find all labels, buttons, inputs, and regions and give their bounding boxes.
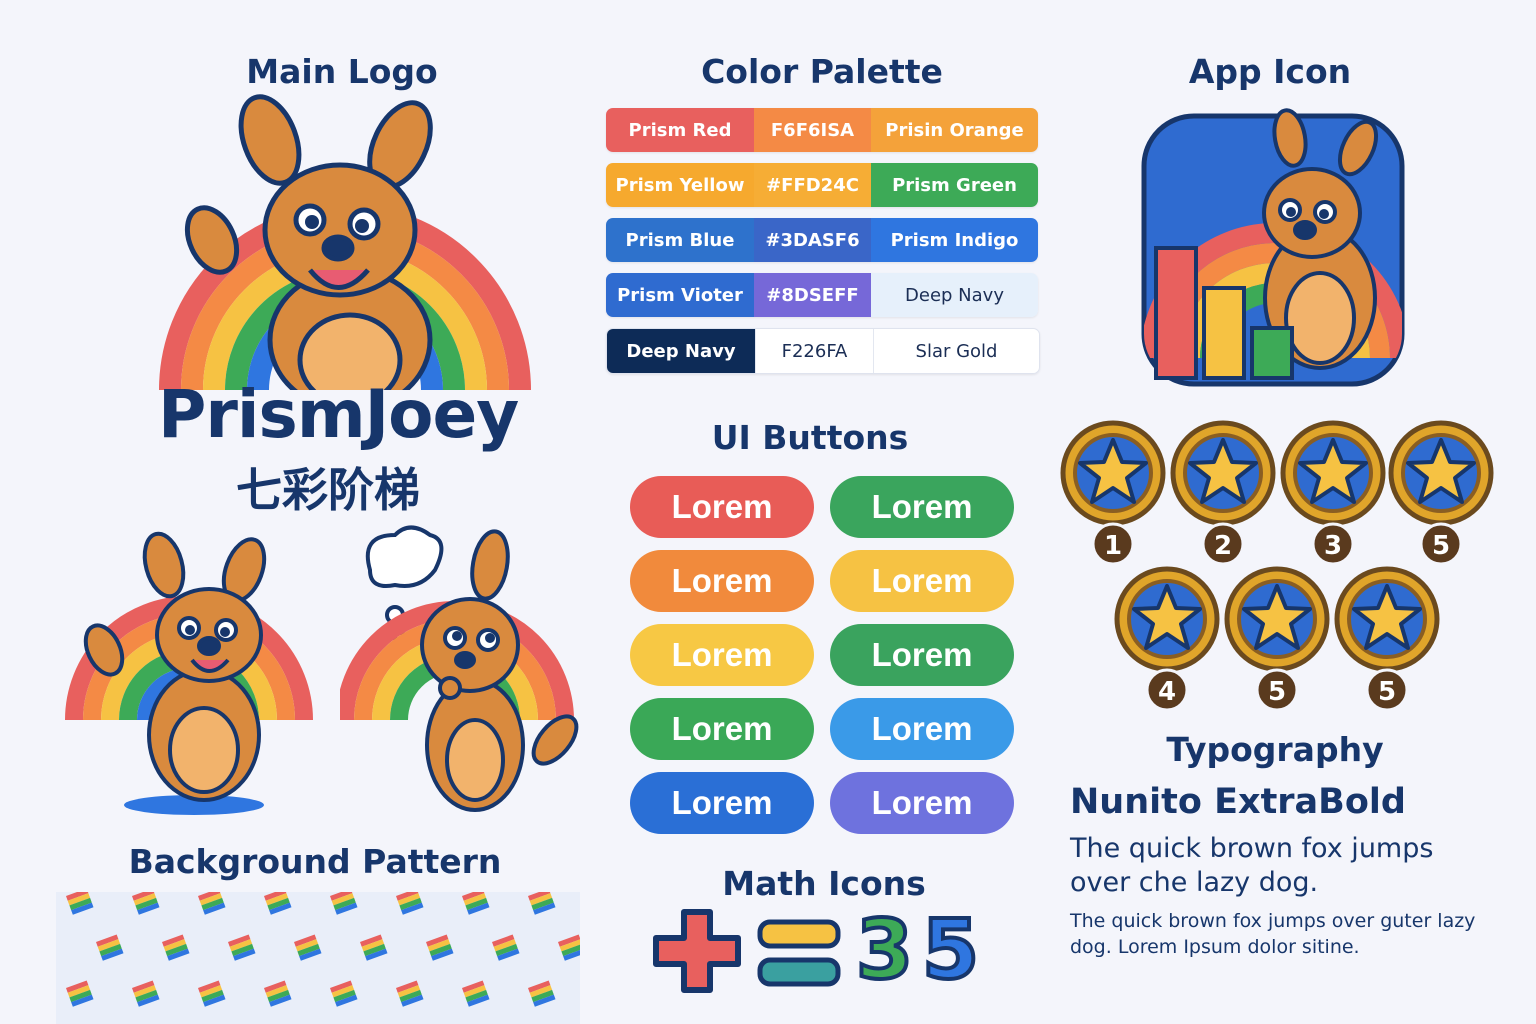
background-pattern-title: Background Pattern	[128, 842, 502, 881]
rainbow-tile-icon	[396, 892, 424, 915]
swatch: Prism Vioter	[606, 273, 754, 317]
rainbow-tile-icon	[558, 934, 580, 961]
rainbow-tile-icon	[528, 892, 556, 915]
main-logo-title: Main Logo	[246, 52, 438, 91]
rainbow-tile-icon	[96, 934, 124, 961]
lorem-button-green-3[interactable]: Lorem	[630, 698, 814, 760]
rainbow-tile-icon	[66, 892, 94, 915]
star-medal-icon: 5	[1334, 566, 1440, 712]
medal-number: 5	[1378, 677, 1396, 707]
medal-number: 5	[1268, 677, 1286, 707]
color-palette-title: Color Palette	[701, 52, 943, 91]
digit-five-icon: 5	[920, 903, 981, 998]
rainbow-tile-icon	[264, 980, 292, 1007]
lorem-button-green[interactable]: Lorem	[830, 476, 1014, 538]
rainbow-tile-icon	[462, 980, 490, 1007]
rainbow-tile-icon	[462, 892, 490, 915]
kangaroo-icon	[83, 531, 267, 802]
rainbow-tile-icon	[66, 980, 94, 1007]
swatch: #8DSEFF	[754, 273, 871, 317]
swatch: #3DASF6	[754, 218, 871, 262]
palette-row-4: Prism Vioter #8DSEFF Deep Navy	[606, 273, 1038, 317]
lorem-button-yellow-2[interactable]: Lorem	[630, 624, 814, 686]
swatch: F6F6ISA	[754, 108, 871, 152]
mascot-waving	[65, 531, 313, 815]
typography-title: Typography	[1166, 730, 1384, 769]
swatch: Prism Yellow	[606, 163, 754, 207]
rainbow-tile-icon	[528, 980, 556, 1007]
rainbow-tile-icon	[426, 934, 454, 961]
palette-row-1: Prism Red F6F6ISA Prisin Orange	[606, 108, 1038, 152]
logo-subtitle: 七彩阶梯	[236, 463, 420, 517]
palette-row-2: Prism Yellow #FFD24C Prism Green	[606, 163, 1038, 207]
digit-three-icon: 3	[854, 903, 915, 998]
lorem-button-indigo[interactable]: Lorem	[830, 772, 1014, 834]
rainbow-tile-icon	[360, 934, 388, 961]
star-medal-icon: 5	[1388, 420, 1494, 566]
equals-icon	[757, 919, 841, 987]
star-medal-icon: 2	[1170, 420, 1276, 566]
plus-icon	[653, 909, 741, 993]
rainbow-tile-icon	[264, 892, 292, 915]
rainbow-tile-icon	[330, 892, 358, 915]
medal-number: 4	[1158, 677, 1176, 707]
medal-number: 2	[1214, 531, 1232, 561]
star-medal-icon: 5	[1224, 566, 1330, 712]
swatch: Deep Navy	[871, 273, 1038, 317]
rainbow-tile-icon	[198, 892, 226, 915]
rainbow-tile-icon	[396, 980, 424, 1007]
sample-text-large: The quick brown fox jumps over che lazy …	[1070, 833, 1434, 898]
background-pattern	[56, 892, 580, 1024]
ui-buttons-title: UI Buttons	[711, 418, 909, 457]
rainbow-tile-icon	[198, 980, 226, 1007]
lorem-button-green-2[interactable]: Lorem	[830, 624, 1014, 686]
star-medal-icon: 4	[1114, 566, 1220, 712]
pattern-tiles	[66, 892, 580, 1007]
swatch: Prism Blue	[606, 218, 754, 262]
rainbow-tile-icon	[132, 892, 160, 915]
math-icons-title: Math Icons	[722, 864, 926, 903]
app-icon-title: App Icon	[1188, 52, 1352, 91]
swatch: Deep Navy	[607, 329, 755, 373]
swatch: Prism Indigo	[871, 218, 1038, 262]
logo-wordmark: PrismJoey	[158, 376, 519, 453]
rainbow-tile-icon	[330, 980, 358, 1007]
swatch: Prism Red	[606, 108, 754, 152]
rainbow-tile-icon	[162, 934, 190, 961]
palette-row-3: Prism Blue #3DASF6 Prism Indigo	[606, 218, 1038, 262]
lorem-button-yellow[interactable]: Lorem	[830, 550, 1014, 612]
medal-number: 1	[1104, 531, 1122, 561]
swatch: F226FA	[755, 329, 873, 373]
rainbow-tile-icon	[228, 934, 256, 961]
main-logo-mascot	[159, 94, 531, 390]
medal-number: 3	[1324, 531, 1342, 561]
star-medal-icon: 1	[1060, 420, 1166, 566]
lorem-button-blue[interactable]: Lorem	[630, 772, 814, 834]
swatch: #FFD24C	[754, 163, 871, 207]
lorem-button-sky[interactable]: Lorem	[830, 698, 1014, 760]
rainbow-tile-icon	[492, 934, 520, 961]
sample-text-small: The quick brown fox jumps over guter laz…	[1070, 910, 1476, 958]
medal-number: 5	[1432, 531, 1450, 561]
rainbow-tile-icon	[294, 934, 322, 961]
mascot-thinking	[340, 525, 579, 812]
app-icon	[1141, 108, 1405, 387]
lorem-button-orange[interactable]: Lorem	[630, 550, 814, 612]
font-name: Nunito ExtraBold	[1070, 782, 1406, 822]
lorem-button-red[interactable]: Lorem	[630, 476, 814, 538]
rainbow-tile-icon	[132, 980, 160, 1007]
star-medal-icon: 3	[1280, 420, 1386, 566]
swatch: Prisin Orange	[871, 108, 1038, 152]
swatch: Prism Green	[871, 163, 1038, 207]
palette-row-5: Deep Navy F226FA Slar Gold	[606, 328, 1040, 374]
swatch: Slar Gold	[873, 329, 1039, 373]
